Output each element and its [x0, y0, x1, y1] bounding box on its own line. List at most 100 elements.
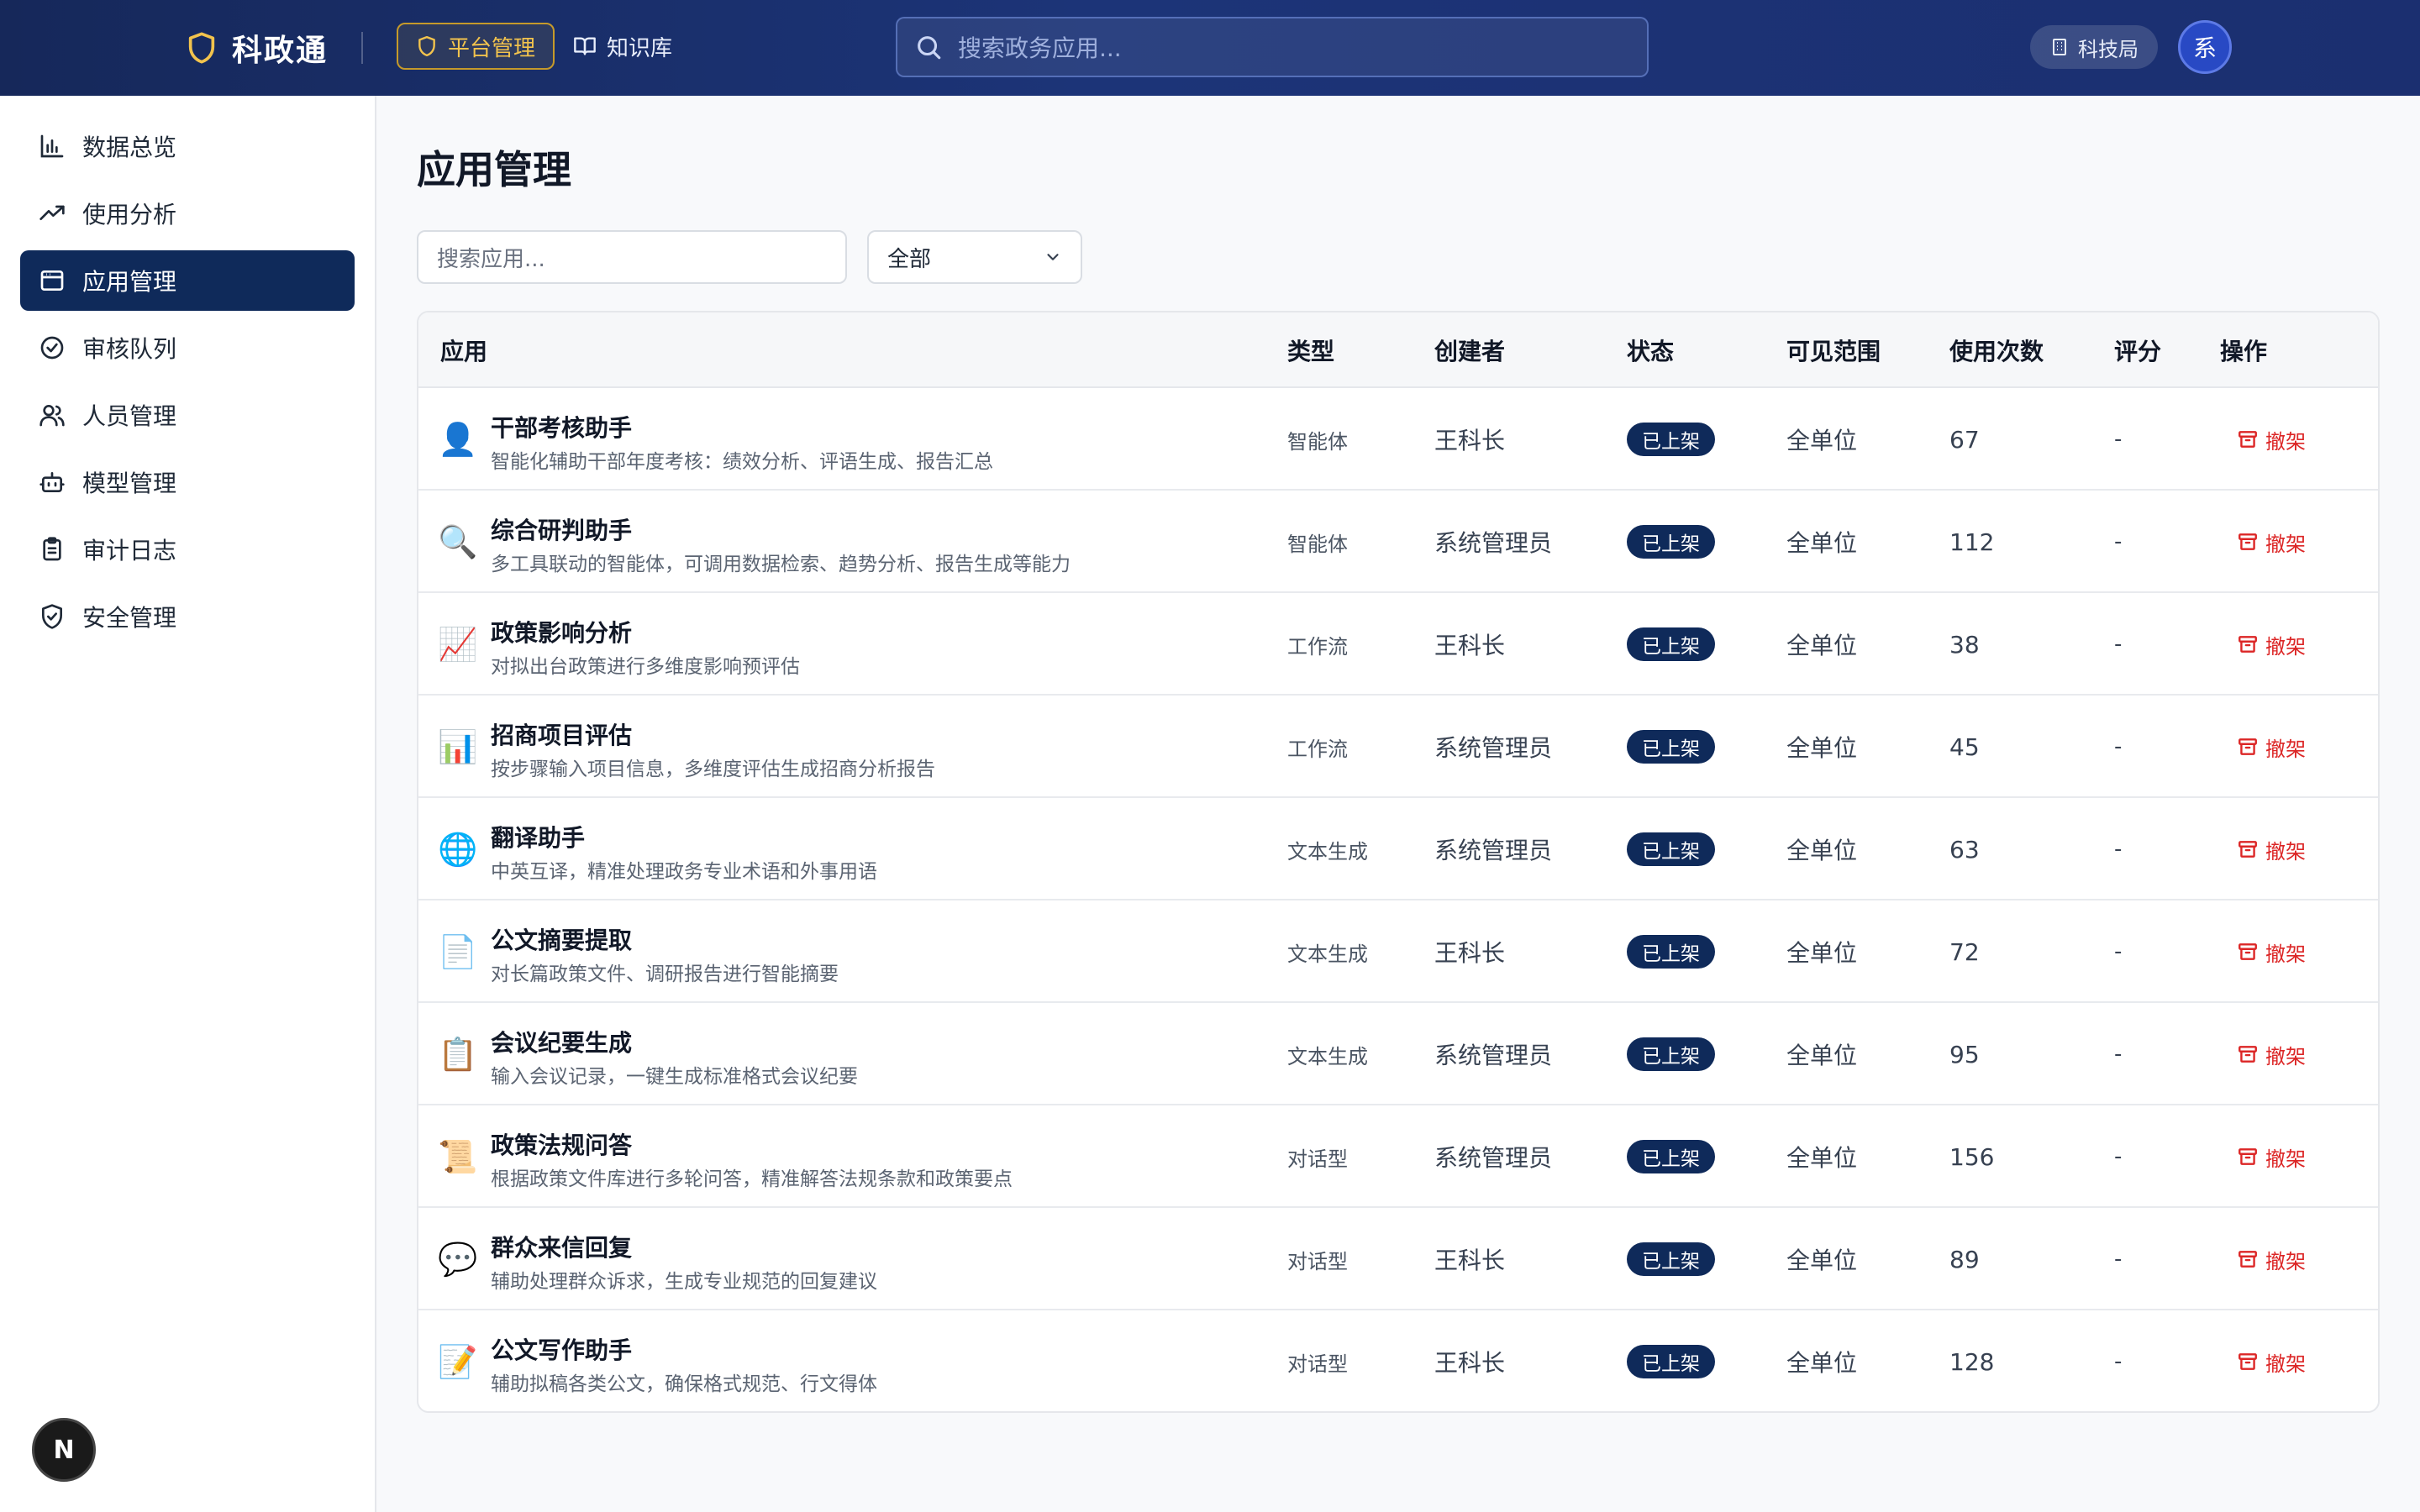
table-row[interactable]: 📊 招商项目评估 按步骤输入项目信息，多维度评估生成招商分析报告 工作流 系统管理员 已上… — [418, 696, 2378, 798]
app-name: 综合研判助手 — [491, 517, 633, 544]
app-scope: 全单位 — [1786, 1042, 1858, 1069]
app-scope: 全单位 — [1786, 632, 1858, 659]
sidebar-item-model-management[interactable]: 模型管理 — [20, 452, 355, 512]
delist-label: 撤架 — [2265, 1147, 2306, 1171]
delist-button[interactable]: 撤架 — [2237, 630, 2306, 659]
sidebar-item-label: 模型管理 — [82, 470, 177, 497]
col-type: 类型 — [1287, 338, 1335, 365]
app-use-count: 72 — [1949, 937, 1980, 966]
status-badge: 已上架 — [1627, 1140, 1715, 1173]
dev-tools-badge[interactable]: N — [32, 1418, 96, 1482]
app-scope: 全单位 — [1786, 939, 1858, 967]
nav-knowledge-base[interactable]: 知识库 — [573, 23, 672, 70]
app-use-count: 63 — [1949, 835, 1980, 864]
sidebar-item-label: 应用管理 — [82, 268, 177, 296]
app-search-input[interactable]: 搜索应用... — [417, 230, 847, 284]
org-switcher[interactable]: 科技局 — [2030, 25, 2158, 69]
nav-kb-label: 知识库 — [607, 35, 673, 61]
app-scope: 全单位 — [1786, 837, 1858, 864]
status-cell: 已上架 — [1627, 593, 1715, 696]
bar-chart-icon — [40, 134, 64, 158]
sidebar-item-app-management[interactable]: 应用管理 — [20, 250, 355, 311]
app-creator: 王科长 — [1434, 1349, 1506, 1377]
delist-button[interactable]: 撤架 — [2237, 732, 2306, 762]
app-rating: - — [2114, 837, 2123, 862]
table-row[interactable]: 👤 干部考核助手 智能化辅助干部年度考核：绩效分析、评语生成、报告汇总 智能体 王科长 已… — [418, 388, 2378, 491]
app-description: 辅助拟稿各类公文，确保格式规范、行文得体 — [491, 1373, 877, 1395]
app-creator: 王科长 — [1434, 939, 1506, 967]
nav-platform-management[interactable]: 平台管理 — [397, 23, 555, 70]
delist-button[interactable]: 撤架 — [2237, 1142, 2306, 1172]
actions-cell: 撤架 — [2237, 900, 2306, 1003]
type-filter-value: 全部 — [887, 246, 932, 272]
table-row[interactable]: 📋 会议纪要生成 输入会议记录，一键生成标准格式会议纪要 文本生成 系统管理员 已上架 全单… — [418, 1003, 2378, 1105]
table-row[interactable]: 📜 政策法规问答 根据政策文件库进行多轮问答，精准解答法规条款和政策要点 对话型 系统管… — [418, 1105, 2378, 1208]
app-use-count: 128 — [1949, 1347, 1995, 1376]
status-cell: 已上架 — [1627, 798, 1715, 900]
delist-button[interactable]: 撤架 — [2237, 1347, 2306, 1377]
status-badge: 已上架 — [1627, 423, 1715, 456]
table-row[interactable]: 🌐 翻译助手 中英互译，精准处理政务专业术语和外事用语 文本生成 系统管理员 已上架 全单位… — [418, 798, 2378, 900]
delist-button[interactable]: 撤架 — [2237, 1245, 2306, 1274]
app-type: 对话型 — [1287, 1352, 1348, 1376]
app-description: 按步骤输入项目信息，多维度评估生成招商分析报告 — [491, 759, 935, 780]
sidebar-item-label: 人员管理 — [82, 402, 177, 430]
delist-button[interactable]: 撤架 — [2237, 937, 2306, 967]
col-rating: 评分 — [2114, 338, 2162, 365]
app-scope: 全单位 — [1786, 1144, 1858, 1172]
app-scope: 全单位 — [1786, 529, 1858, 557]
app-name: 政策影响分析 — [491, 619, 633, 647]
app-description: 智能化辅助干部年度考核：绩效分析、评语生成、报告汇总 — [491, 451, 993, 473]
status-cell: 已上架 — [1627, 696, 1715, 798]
app-description: 输入会议记录，一键生成标准格式会议纪要 — [491, 1066, 858, 1088]
table-row[interactable]: 📄 公文摘要提取 对长篇政策文件、调研报告进行智能摘要 文本生成 王科长 已上架 全单位 72… — [418, 900, 2378, 1003]
app-creator: 系统管理员 — [1434, 1042, 1553, 1069]
sidebar-item-usage-analysis[interactable]: 使用分析 — [20, 183, 355, 244]
status-badge: 已上架 — [1627, 935, 1715, 969]
app-scope: 全单位 — [1786, 1349, 1858, 1377]
app-name: 招商项目评估 — [491, 722, 633, 749]
sidebar-item-review-queue[interactable]: 审核队列 — [20, 318, 355, 378]
app-type: 工作流 — [1287, 737, 1348, 761]
shield-icon — [418, 35, 435, 57]
app-description: 辅助处理群众诉求，生成专业规范的回复建议 — [491, 1271, 877, 1293]
global-search-input[interactable]: 搜索政务应用... — [896, 17, 1649, 77]
delist-button[interactable]: 撤架 — [2237, 835, 2306, 864]
table-row[interactable]: 💬 群众来信回复 辅助处理群众诉求，生成专业规范的回复建议 对话型 王科长 已上架 全单位 8… — [418, 1208, 2378, 1310]
actions-cell: 撤架 — [2237, 696, 2306, 798]
app-emoji-icon: 📊 — [438, 727, 478, 765]
app-creator: 王科长 — [1434, 427, 1506, 454]
app-use-count: 95 — [1949, 1040, 1980, 1068]
sidebar-item-security[interactable]: 安全管理 — [20, 586, 355, 647]
archive-icon — [2238, 1353, 2257, 1370]
sidebar-item-data-overview[interactable]: 数据总览 — [20, 116, 355, 176]
delist-button[interactable]: 撤架 — [2237, 528, 2306, 557]
app-emoji-icon: 📜 — [438, 1137, 478, 1175]
sidebar-item-label: 安全管理 — [82, 604, 177, 632]
app-name: 政策法规问答 — [491, 1131, 633, 1159]
sidebar-item-personnel[interactable]: 人员管理 — [20, 385, 355, 445]
col-app: 应用 — [440, 338, 488, 365]
table-row[interactable]: 🔍 综合研判助手 多工具联动的智能体，可调用数据检索、趋势分析、报告生成等能力 智能体… — [418, 491, 2378, 593]
app-creator: 系统管理员 — [1434, 837, 1553, 864]
app-description: 多工具联动的智能体，可调用数据检索、趋势分析、报告生成等能力 — [491, 554, 1071, 575]
app-scope: 全单位 — [1786, 427, 1858, 454]
status-cell: 已上架 — [1627, 900, 1715, 1003]
sidebar-item-audit-log[interactable]: 审计日志 — [20, 519, 355, 580]
table-row[interactable]: 📈 政策影响分析 对拟出台政策进行多维度影响预评估 工作流 王科长 已上架 全单位 38 - 撤架 — [418, 593, 2378, 696]
page-title: 应用管理 — [417, 147, 571, 192]
app-rating: - — [2114, 529, 2123, 554]
type-filter-select[interactable]: 全部 — [867, 230, 1082, 284]
archive-icon — [2238, 841, 2257, 858]
app-emoji-icon: 📝 — [438, 1342, 478, 1380]
sidebar-item-label: 审核队列 — [82, 335, 177, 363]
delist-button[interactable]: 撤架 — [2237, 425, 2306, 454]
status-cell: 已上架 — [1627, 1208, 1715, 1310]
table-row[interactable]: 📝 公文写作助手 辅助拟稿各类公文，确保格式规范、行文得体 对话型 王科长 已上架 全单位 1… — [418, 1310, 2378, 1411]
delist-button[interactable]: 撤架 — [2237, 1040, 2306, 1069]
sidebar-item-label: 使用分析 — [82, 201, 177, 228]
user-avatar[interactable]: 系 — [2178, 20, 2232, 74]
global-search-placeholder: 搜索政务应用... — [958, 34, 1122, 62]
app-rating: - — [2114, 939, 2123, 964]
brand-logo[interactable]: 科政通 — [185, 24, 328, 72]
